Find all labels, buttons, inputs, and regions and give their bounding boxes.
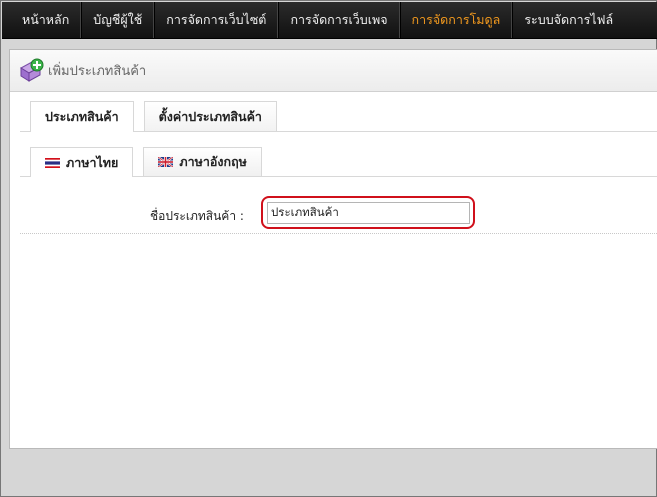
highlight-outline: [261, 196, 475, 229]
thai-flag-icon: [45, 157, 60, 168]
category-name-label: ชื่อประเภทสินค้า :: [150, 209, 244, 223]
language-tab-bar: ภาษาไทย ภาษาอังกฤษ: [20, 147, 657, 177]
tab-category-settings[interactable]: ตั้งค่าประเภทสินค้า: [143, 101, 277, 131]
panel-header: เพิ่มประเภทสินค้า: [10, 50, 657, 92]
nav-item-webpage-management[interactable]: การจัดการเว็บเพจ: [278, 2, 400, 38]
tab-english-label: ภาษาอังกฤษ: [179, 154, 247, 169]
content-panel: เพิ่มประเภทสินค้า ประเภทสินค้า ตั้งค่าปร…: [9, 49, 657, 449]
top-navigation: หน้าหลัก บัญชีผู้ใช้ การจัดการเว็บไซต์ ก…: [2, 2, 657, 39]
tab-english-language[interactable]: ภาษาอังกฤษ: [143, 147, 262, 176]
nav-item-user-account[interactable]: บัญชีผู้ใช้: [81, 2, 155, 38]
category-name-input[interactable]: [267, 202, 470, 224]
tab-thai-language[interactable]: ภาษาไทย: [30, 147, 134, 177]
add-category-icon: [20, 58, 44, 82]
panel-title: เพิ่มประเภทสินค้า: [48, 64, 147, 79]
main-tab-bar: ประเภทสินค้า ตั้งค่าประเภทสินค้า: [20, 101, 657, 132]
nav-item-home[interactable]: หน้าหลัก: [2, 2, 82, 38]
tab-thai-label: ภาษาไทย: [66, 154, 119, 170]
uk-flag-icon: [158, 157, 174, 167]
nav-item-website-management[interactable]: การจัดการเว็บไซต์: [154, 2, 279, 38]
window-frame: หน้าหลัก บัญชีผู้ใช้ การจัดการเว็บไซต์ ก…: [0, 0, 657, 497]
nav-item-file-system[interactable]: ระบบจัดการไฟล์: [512, 2, 624, 38]
tab-product-category[interactable]: ประเภทสินค้า: [30, 101, 134, 132]
category-name-row: ชื่อประเภทสินค้า :: [20, 196, 657, 234]
nav-item-module-management[interactable]: การจัดการโมดูล: [399, 2, 513, 38]
